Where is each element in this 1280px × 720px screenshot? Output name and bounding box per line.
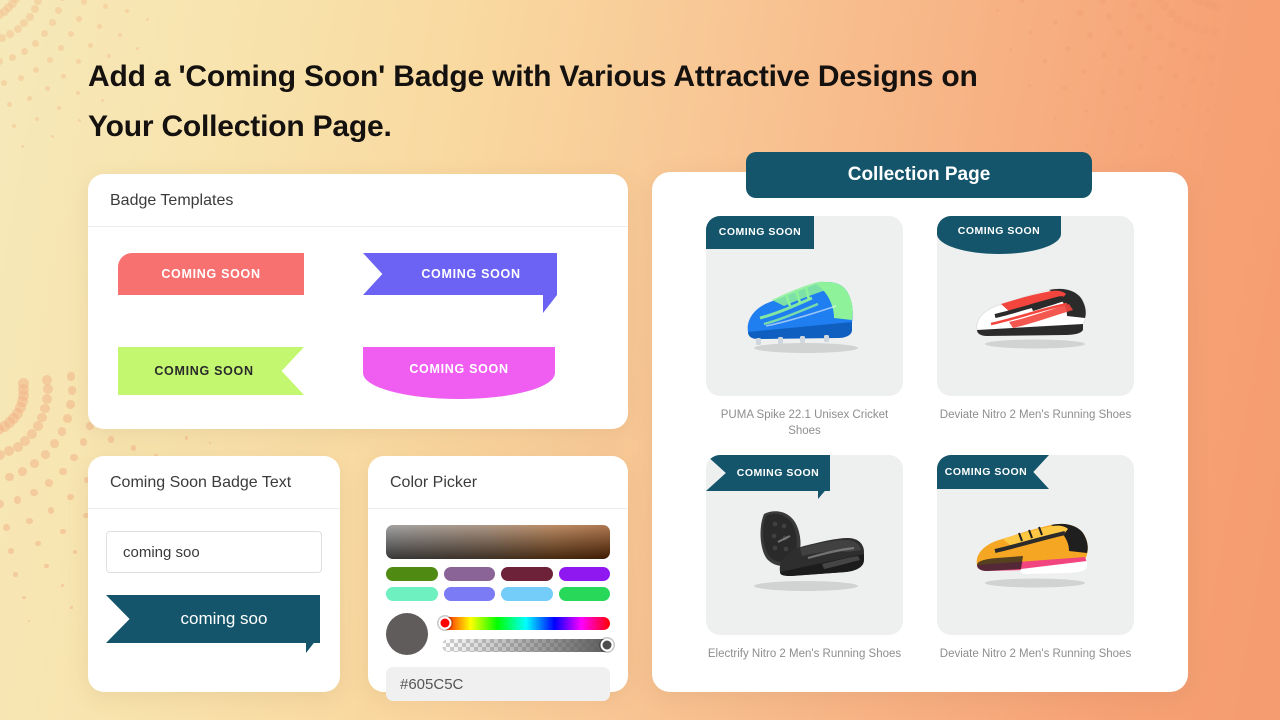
product-name: Deviate Nitro 2 Men's Running Shoes — [939, 648, 1132, 661]
product-badge-rounded-block: COMING SOON — [706, 216, 814, 249]
badge-text-panel: Coming Soon Badge Text coming soo — [88, 456, 340, 692]
product-image: COMING SOON — [937, 455, 1134, 636]
color-swatch-7[interactable] — [558, 587, 610, 601]
badge-template-label: COMING SOON — [409, 362, 509, 376]
badge-template-label: COMING SOON — [154, 364, 254, 378]
product-name: Electrify Nitro 2 Men's Running Shoes — [707, 648, 902, 661]
badge-template-option[interactable]: COMING SOON — [118, 347, 363, 419]
color-swatch-0[interactable] — [386, 567, 438, 581]
hex-value-input[interactable] — [386, 667, 610, 701]
badge-templates-panel: Badge Templates COMING SOON COMING SOON … — [88, 174, 628, 429]
product-card[interactable]: COMING SOON Deviate Nitro 2 Men's Runnin… — [937, 216, 1134, 439]
product-badge-label: COMING SOON — [957, 225, 1041, 237]
saturation-value-area[interactable] — [386, 525, 610, 559]
product-badge-curved-bottom: COMING SOON — [937, 216, 1061, 254]
alpha-slider[interactable] — [442, 638, 614, 652]
shoe-image-electrify-black — [753, 510, 864, 591]
product-badge-label: COMING SOON — [718, 226, 802, 238]
badge-templates-grid: COMING SOON COMING SOON COMING SOON COMI… — [88, 227, 628, 419]
slider-group — [438, 616, 614, 652]
product-badge-left-chevron: COMING SOON — [706, 455, 830, 503]
badge-template-option[interactable]: COMING SOON — [363, 253, 608, 325]
badge-text-heading: Coming Soon Badge Text — [88, 456, 340, 509]
color-picker-heading: Color Picker — [368, 456, 628, 509]
product-card[interactable]: COMING SOON — [706, 216, 903, 439]
product-badge-right-ribbon: COMING SOON — [937, 455, 1049, 490]
product-badge-label: COMING SOON — [736, 467, 820, 480]
badge-template-label: COMING SOON — [421, 267, 521, 281]
shoe-image-deviate-white — [975, 287, 1086, 349]
badge-template-option[interactable]: COMING SOON — [118, 253, 363, 325]
color-swatch-2[interactable] — [501, 567, 553, 581]
hue-slider[interactable] — [438, 616, 610, 630]
color-picker-body — [368, 509, 628, 655]
alpha-slider-handle[interactable] — [600, 638, 614, 652]
collection-page-tab: Collection Page — [746, 152, 1092, 198]
product-card[interactable]: COMING SOON Deviate Nitro 2 Men's Runnin… — [937, 455, 1134, 663]
badge-preview-label: coming soo — [180, 609, 268, 628]
page-title: Add a 'Coming Soon' Badge with Various A… — [88, 60, 978, 144]
badge-template-label: COMING SOON — [161, 267, 261, 281]
color-swatch-6[interactable] — [501, 587, 553, 601]
color-swatch-1[interactable] — [443, 567, 495, 581]
color-swatch-4[interactable] — [386, 587, 438, 601]
product-name: PUMA Spike 22.1 Unisex Cricket Shoes — [720, 409, 889, 437]
badge-text-input[interactable] — [106, 531, 322, 573]
product-image: COMING SOON — [937, 216, 1134, 396]
hue-slider-handle[interactable] — [438, 616, 452, 630]
shoe-image-deviate-orange — [976, 523, 1088, 588]
color-picker-controls — [386, 613, 614, 655]
color-swatch-grid — [386, 567, 610, 601]
shoe-image-cricket — [747, 281, 858, 353]
product-image: COMING SOON — [706, 455, 903, 636]
product-image: COMING SOON — [706, 216, 903, 396]
product-badge-label: COMING SOON — [944, 466, 1028, 479]
selected-color-preview — [386, 613, 428, 655]
badge-template-option[interactable]: COMING SOON — [363, 347, 608, 419]
color-picker-panel: Color Picker — [368, 456, 628, 701]
collection-page-panel: COMING SOON PUMA Spike 22.1 Unisex Crick… — [652, 172, 1188, 692]
badge-templates-heading: Badge Templates — [88, 174, 628, 227]
color-swatch-5[interactable] — [443, 587, 495, 601]
badge-preview: coming soo — [106, 595, 326, 657]
product-grid: COMING SOON PUMA Spike 22.1 Unisex Crick… — [652, 172, 1188, 663]
color-swatch-3[interactable] — [558, 567, 610, 581]
product-card[interactable]: COMING SOON — [706, 455, 903, 663]
product-name: Deviate Nitro 2 Men's Running Shoes — [939, 409, 1132, 421]
badge-shape-tail — [543, 295, 557, 313]
